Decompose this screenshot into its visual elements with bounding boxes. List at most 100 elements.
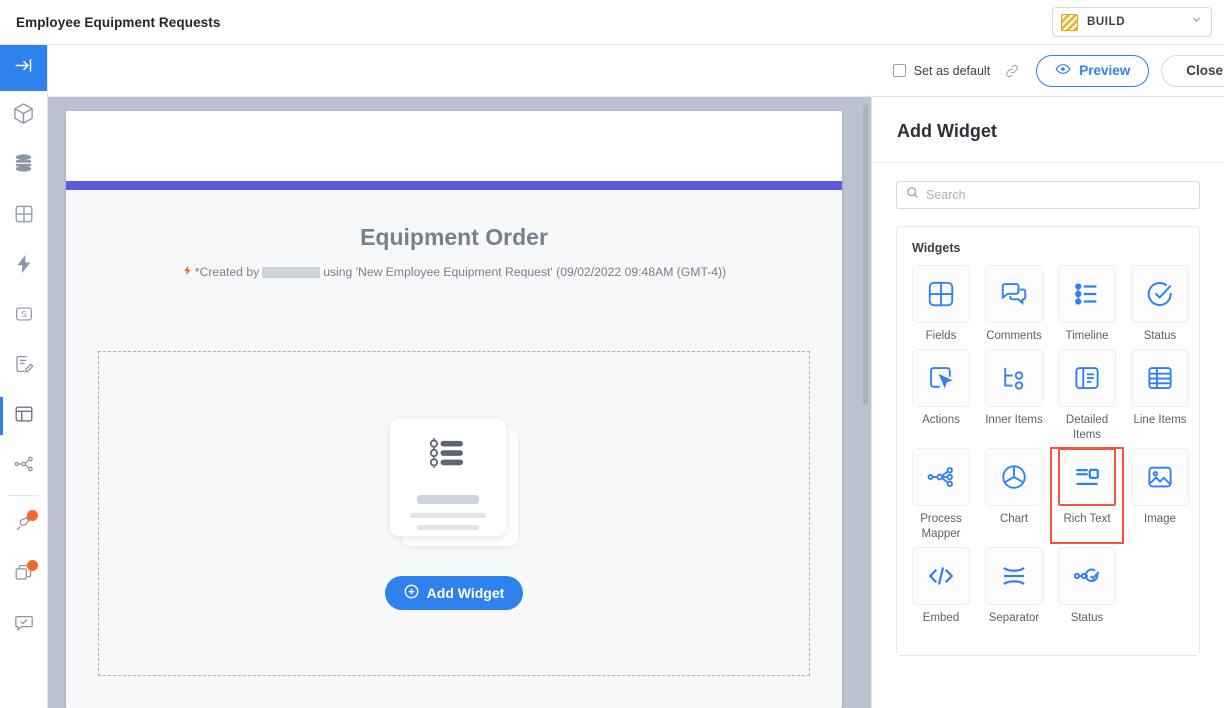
rich-text-icon [1058,448,1116,506]
form-edit-icon [13,353,35,380]
widget-label: Fields [905,329,977,343]
process-mapper-icon [912,448,970,506]
app-root: Employee Equipment Requests BUILD [0,0,1224,708]
close-button[interactable]: Close [1161,55,1224,87]
subtitle-prefix: *Created by [195,265,259,279]
comments-icon [985,265,1043,323]
top-bar-right: BUILD [1052,7,1212,37]
sidebar-item-versions[interactable] [0,550,47,600]
document-subtitle: *Created by using 'New Employee Equipmen… [66,264,842,280]
editor-toolbar: Set as default Preview Close [48,45,1224,97]
widget-search-box[interactable] [896,181,1200,209]
sidebar-item-feedback[interactable] [0,600,47,650]
document-preview: Equipment Order *Created by using 'New E… [66,111,842,708]
placeholder-bar-2 [410,513,486,518]
widget-label: Rich Text [1051,512,1123,526]
eye-icon [1055,61,1071,80]
widget-tile-inner-items[interactable]: Inner Items [978,349,1050,444]
add-widget-label: Add Widget [427,585,505,601]
notification-badge [27,560,38,571]
widget-tile-separator[interactable]: Separator [978,547,1050,627]
status-check-circle-icon [1131,265,1189,323]
chat-check-icon [13,612,35,639]
build-mode-label: BUILD [1087,16,1125,28]
svg-text:S: S [21,310,27,319]
redacted-user-name [262,267,320,278]
document-header [66,111,842,181]
widget-tile-fields[interactable]: Fields [905,265,977,345]
panel-body: Widgets Fields Comments [872,163,1224,656]
set-as-default-label: Set as default [914,64,990,78]
sidebar-item-views[interactable] [0,391,47,441]
widget-tile-process-mapper[interactable]: Process Mapper [905,448,977,543]
rail-divider [8,495,39,496]
widget-label: Detailed Items [1051,413,1123,442]
sidebar-item-data[interactable] [0,141,47,191]
add-widget-button[interactable]: Add Widget [385,576,524,610]
grid-icon [13,203,35,230]
widget-tile-status-flow[interactable]: Status [1051,547,1123,627]
placeholder-bar-3 [417,525,479,530]
sitemap-icon [13,453,35,480]
widget-tile-rich-text[interactable]: Rich Text [1051,448,1123,543]
widget-label: Separator [978,611,1050,625]
sidebar-item-forms[interactable] [0,341,47,391]
bolt-icon [13,253,35,280]
widget-tile-status[interactable]: Status [1124,265,1196,345]
accent-bar [66,181,842,190]
widget-tile-embed[interactable]: Embed [905,547,977,627]
timeline-list-icon [427,438,469,473]
widgets-section-title: Widgets [897,227,1199,261]
plus-circle-icon [404,584,419,602]
rail-collapse-button[interactable] [0,45,47,91]
widget-tile-comments[interactable]: Comments [978,265,1050,345]
widget-dropzone[interactable]: Add Widget [98,351,810,676]
widget-label: Status [1124,329,1196,343]
canvas-scrollbar[interactable] [863,105,868,405]
set-as-default-checkbox[interactable]: Set as default [893,64,990,78]
top-bar: Employee Equipment Requests BUILD [0,0,1224,45]
sidebar-item-automation[interactable] [0,241,47,291]
timeline-list-icon [1058,265,1116,323]
widget-label: Line Items [1124,413,1196,427]
widget-label: Chart [978,512,1050,526]
chevron-down-icon [1190,13,1203,31]
widget-label: Process Mapper [905,512,977,541]
panel-title: Add Widget [872,97,1224,163]
sidebar-item-scripts[interactable]: S [0,291,47,341]
canvas-area: Equipment Order *Created by using 'New E… [48,97,871,708]
hatch-icon [1061,14,1078,31]
widgets-section: Widgets Fields Comments [896,226,1200,656]
inner-items-branch-icon [985,349,1043,407]
arrow-right-bar-icon [13,55,34,81]
database-icon [12,152,35,180]
widget-tile-line-items[interactable]: Line Items [1124,349,1196,444]
sidebar-item-objects[interactable] [0,91,47,141]
preview-button[interactable]: Preview [1036,55,1149,87]
widget-tile-detailed-items[interactable]: Detailed Items [1051,349,1123,444]
build-mode-select[interactable]: BUILD [1052,7,1212,37]
left-rail: S [0,45,48,708]
placeholder-bar-1 [417,495,479,504]
close-label: Close [1186,63,1223,78]
chart-pie-icon [985,448,1043,506]
widget-label: Inner Items [978,413,1050,427]
widget-tile-image[interactable]: Image [1124,448,1196,543]
s-box-icon: S [13,303,35,330]
search-input[interactable] [926,188,1190,202]
widget-tile-chart[interactable]: Chart [978,448,1050,543]
widget-grid: Fields Comments [897,261,1199,627]
add-widget-panel: Add Widget Widgets Fields [871,97,1224,708]
widget-label: Actions [905,413,977,427]
widget-tile-timeline[interactable]: Timeline [1051,265,1123,345]
checkbox-box-icon [893,64,906,77]
widget-tile-actions[interactable]: Actions [905,349,977,444]
sidebar-item-process[interactable] [0,441,47,491]
widget-label: Timeline [1051,329,1123,343]
link-icon[interactable] [1004,63,1020,79]
embed-code-icon [912,547,970,605]
separator-icon [985,547,1043,605]
sidebar-item-layout[interactable] [0,191,47,241]
image-icon [1131,448,1189,506]
sidebar-item-integrations[interactable] [0,500,47,550]
